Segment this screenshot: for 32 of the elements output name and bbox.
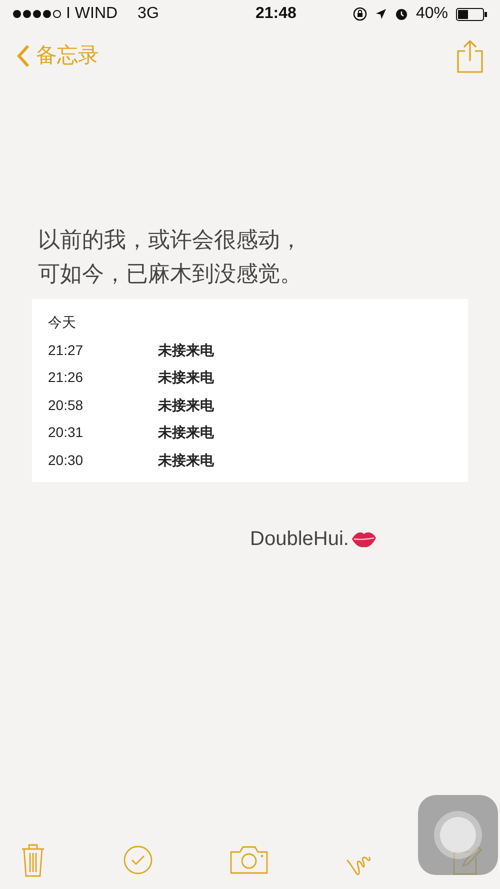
note-line: 以前的我，或许会很感动， bbox=[38, 226, 303, 254]
checklist-button[interactable] bbox=[123, 845, 153, 875]
chevron-icon bbox=[16, 44, 30, 68]
clock-time: 21:48 bbox=[255, 4, 296, 24]
date-heading: 今天 bbox=[48, 313, 76, 332]
call-status: 未接来电 bbox=[158, 423, 214, 442]
assistive-touch-button[interactable] bbox=[418, 795, 498, 875]
note-line: 可如今，已麻木到没感觉。 bbox=[38, 260, 303, 288]
location-icon bbox=[374, 8, 387, 20]
back-button[interactable]: 备忘录 bbox=[16, 40, 99, 72]
call-time: 20:58 bbox=[48, 396, 84, 415]
network-type: 3G bbox=[138, 4, 159, 24]
call-time: 21:26 bbox=[48, 368, 84, 388]
carrier-name: I WIND bbox=[66, 4, 118, 24]
trash-button[interactable] bbox=[20, 843, 46, 877]
alarm-icon bbox=[394, 7, 408, 21]
battery-icon bbox=[456, 8, 488, 20]
camera-button[interactable] bbox=[230, 845, 268, 875]
call-time: 20:30 bbox=[48, 450, 84, 470]
call-status: 未接来电 bbox=[158, 450, 214, 470]
call-status: 未接来电 bbox=[158, 368, 214, 388]
call-time: 21:27 bbox=[48, 340, 84, 360]
battery-percent: 40% bbox=[416, 4, 448, 24]
circle-icon bbox=[433, 810, 483, 860]
call-time: 20:31 bbox=[48, 423, 84, 442]
call-status: 未接来电 bbox=[158, 396, 214, 415]
signal-icon bbox=[12, 9, 62, 19]
share-icon[interactable] bbox=[456, 39, 484, 73]
rotation-lock-icon bbox=[352, 7, 367, 21]
lips-icon bbox=[350, 530, 377, 548]
signature-text: DoubleHui. bbox=[250, 527, 349, 552]
call-status: 未接来电 bbox=[158, 340, 214, 360]
